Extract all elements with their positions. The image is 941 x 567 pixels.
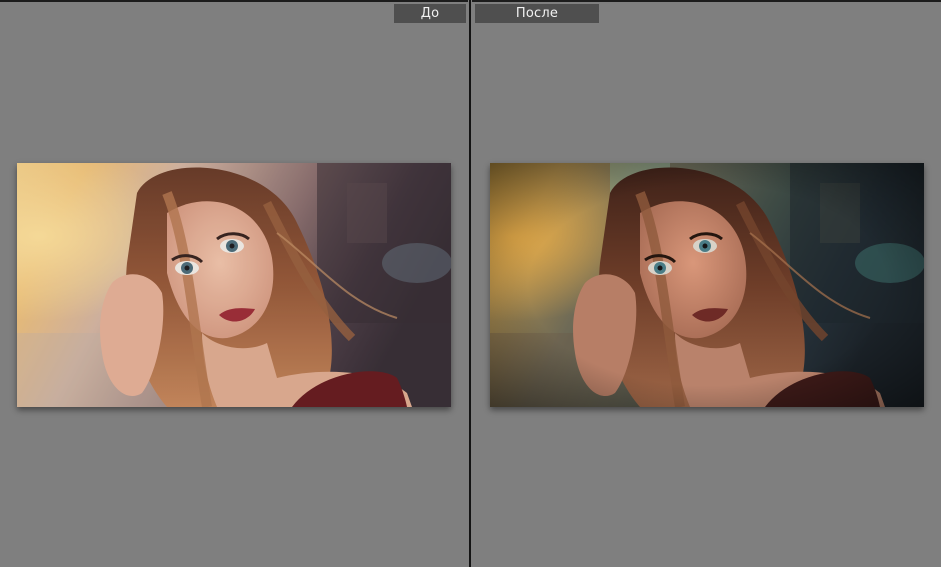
portrait-image-edited xyxy=(490,163,924,407)
before-photo[interactable] xyxy=(17,163,451,407)
before-pane[interactable]: До xyxy=(0,2,468,567)
after-pane[interactable]: После xyxy=(472,2,941,567)
after-photo[interactable] xyxy=(490,163,924,407)
before-label: До xyxy=(394,4,466,23)
portrait-image xyxy=(17,163,451,407)
after-label: После xyxy=(475,4,599,23)
